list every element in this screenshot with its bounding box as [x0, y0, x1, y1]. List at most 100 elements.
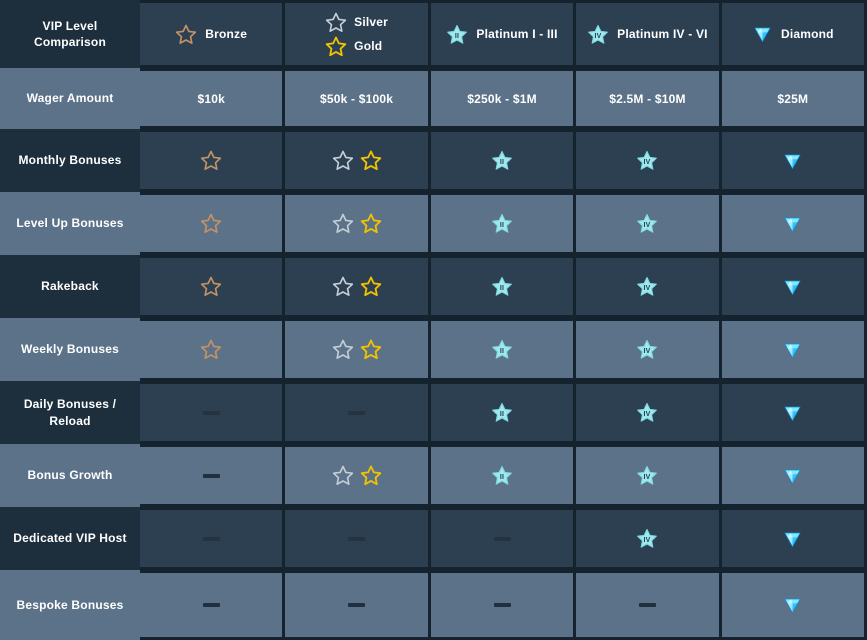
svg-text:II: II	[500, 348, 504, 355]
silver-star-icon	[332, 276, 354, 297]
bronze-star-icon	[200, 276, 222, 297]
silver-star-icon	[332, 465, 354, 486]
tier-stacked-labels: Silver Gold	[325, 12, 388, 57]
diamond-gem-icon	[782, 529, 803, 549]
feature-cell-bronze	[140, 573, 283, 637]
platinum-star-ii-icon: II	[491, 402, 513, 423]
platinum-star-iv-icon: IV	[636, 213, 658, 234]
bronze-star-icon	[175, 24, 197, 45]
platinum-star-ii-icon: II	[491, 150, 513, 171]
tier-header-diamond[interactable]: Diamond	[721, 3, 865, 65]
feature-cell-platinum_4_6: IV	[576, 384, 719, 441]
platinum-star-iv-icon: IV	[636, 528, 658, 549]
feature-cell-platinum_1_3	[430, 573, 574, 637]
wager-amount-text: $25M	[777, 91, 809, 106]
diamond-gem-icon	[752, 24, 773, 44]
not-available-dash	[493, 536, 511, 541]
feature-cell-bronze	[140, 321, 283, 378]
feature-cell-platinum_1_3	[430, 510, 574, 567]
row-label-wager-amount: Wager Amount	[0, 68, 140, 129]
feature-cell-diamond	[721, 573, 865, 637]
platinum-star-ii-icon: II	[491, 276, 513, 297]
table-row-wager-amount: Wager Amount $10k $50k - $100k $250k - $1M $…	[0, 68, 867, 129]
page-title: VIP Level Comparison	[33, 18, 106, 49]
feature-cell-silver_gold	[285, 132, 428, 189]
table-row: Rakeback II IV	[0, 255, 867, 318]
table-header-row: VIP Level Comparison Bronze Silver Gold II Pl…	[0, 0, 867, 68]
wager-amount-text: $10k	[197, 91, 225, 106]
feature-cell-silver_gold	[285, 258, 428, 315]
tier-label-diamond: Diamond	[780, 27, 834, 41]
feature-cell-diamond	[721, 510, 865, 567]
feature-cell-bronze	[140, 384, 283, 441]
row-label: Monthly Bonuses	[0, 129, 140, 192]
table-title: VIP Level Comparison	[0, 0, 140, 68]
not-available-dash	[348, 603, 366, 607]
tier-header-bronze[interactable]: Bronze	[140, 3, 283, 65]
platinum-star-ii-icon: II	[491, 465, 513, 486]
svg-text:IV: IV	[644, 411, 651, 418]
gold-star-icon	[360, 465, 382, 486]
svg-text:IV: IV	[644, 222, 651, 229]
platinum-star-iv-icon: IV	[587, 24, 609, 45]
feature-cell-silver_gold	[285, 447, 428, 504]
tier-line-gold: Gold	[325, 36, 388, 57]
tier-header-platinum_4_6[interactable]: IV Platinum IV - VI	[576, 3, 719, 65]
row-label: Rakeback	[0, 255, 140, 318]
tier-label-platinum_1_3: Platinum I - III	[476, 27, 558, 41]
silver-gold-star-pair	[332, 213, 382, 234]
not-available-dash	[638, 603, 656, 607]
not-available-dash	[202, 473, 220, 478]
table-row: Monthly Bonuses II IV	[0, 129, 867, 192]
wager-value-silver_gold: $50k - $100k	[285, 71, 428, 126]
platinum-star-iv-icon: IV	[636, 150, 658, 171]
gold-star-icon	[325, 36, 347, 57]
svg-text:IV: IV	[595, 32, 602, 39]
platinum-star-iv-icon: IV	[636, 465, 658, 486]
wager-amount-text: $2.5M - $10M	[609, 91, 686, 106]
tier-header-platinum_1_3[interactable]: II Platinum I - III	[430, 3, 574, 65]
gold-star-icon	[360, 276, 382, 297]
platinum-star-ii-icon: II	[491, 339, 513, 360]
table-row: Level Up Bonuses II IV	[0, 192, 867, 255]
feature-cell-diamond	[721, 321, 865, 378]
feature-cell-platinum_1_3: II	[430, 321, 574, 378]
diamond-gem-icon	[782, 340, 803, 360]
platinum-star-ii-icon: II	[491, 213, 513, 234]
bronze-star-icon	[200, 150, 222, 171]
svg-text:II: II	[500, 222, 504, 229]
feature-cell-platinum_1_3: II	[430, 132, 574, 189]
feature-cell-silver_gold	[285, 510, 428, 567]
gold-star-icon	[360, 339, 382, 360]
not-available-dash	[202, 603, 220, 607]
feature-cell-platinum_4_6: IV	[576, 447, 719, 504]
feature-cell-diamond	[721, 447, 865, 504]
diamond-gem-icon	[782, 466, 803, 486]
feature-cell-platinum_1_3: II	[430, 384, 574, 441]
tier-label-gold: Gold	[354, 39, 383, 53]
svg-text:II: II	[500, 474, 504, 481]
svg-text:II: II	[500, 411, 504, 418]
diamond-gem-icon	[782, 277, 803, 297]
wager-value-platinum_1_3: $250k - $1M	[430, 71, 574, 126]
bronze-star-icon	[200, 339, 222, 360]
silver-star-icon	[325, 12, 347, 33]
feature-cell-platinum_4_6: IV	[576, 195, 719, 252]
feature-cell-platinum_4_6: IV	[576, 510, 719, 567]
svg-text:II: II	[500, 159, 504, 166]
wager-value-diamond: $25M	[721, 71, 865, 126]
feature-cell-diamond	[721, 195, 865, 252]
wager-amount-text: $50k - $100k	[320, 91, 394, 106]
row-label: Daily Bonuses / Reload	[0, 381, 140, 444]
not-available-dash	[493, 603, 511, 607]
svg-text:IV: IV	[644, 348, 651, 355]
table-row: Bespoke Bonuses	[0, 570, 867, 640]
silver-gold-star-pair	[332, 465, 382, 486]
feature-cell-platinum_1_3: II	[430, 195, 574, 252]
feature-cell-bronze	[140, 195, 283, 252]
platinum-star-iv-icon: IV	[636, 339, 658, 360]
diamond-gem-icon	[782, 214, 803, 234]
feature-cell-platinum_1_3: II	[430, 447, 574, 504]
tier-header-silver_gold[interactable]: Silver Gold	[285, 3, 428, 65]
silver-star-icon	[332, 339, 354, 360]
